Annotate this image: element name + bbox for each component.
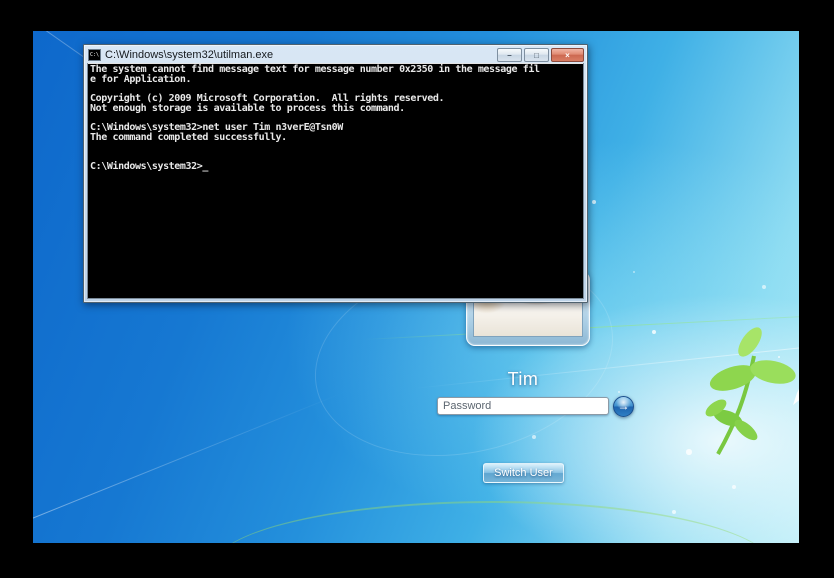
leaf-branch-art <box>688 326 799 471</box>
username-label: Tim <box>423 369 623 390</box>
cmd-icon: C:\ <box>88 49 101 61</box>
window-title: C:\Windows\system32\utilman.exe <box>105 49 497 61</box>
letterbox-frame: { "window": { "title": "C:\\Windows\\sys… <box>0 0 834 578</box>
light-streak <box>33 394 340 530</box>
terminal-line: The command completed successfully. <box>90 133 581 143</box>
desktop: C:\ C:\Windows\system32\utilman.exe – □ … <box>33 31 799 543</box>
sparkle-dots <box>33 31 35 33</box>
window-titlebar[interactable]: C:\ C:\Windows\system32\utilman.exe – □ … <box>84 45 587 63</box>
terminal-output-area[interactable]: The system cannot find message text for … <box>87 63 584 299</box>
command-prompt-window[interactable]: C:\ C:\Windows\system32\utilman.exe – □ … <box>83 44 588 303</box>
close-button[interactable]: × <box>551 48 584 62</box>
terminal-line: Not enough storage is available to proce… <box>90 104 581 114</box>
hummingbird-art <box>785 365 799 416</box>
minimize-button[interactable]: – <box>497 48 522 62</box>
terminal-line: e for Application. <box>90 75 581 85</box>
password-input[interactable] <box>437 397 609 415</box>
right-arrow-icon: → <box>618 399 630 413</box>
wallpaper-arc <box>213 501 773 543</box>
submit-arrow-button[interactable]: → <box>613 396 634 417</box>
switch-user-button[interactable]: Switch User <box>483 463 564 483</box>
terminal-line <box>90 143 581 153</box>
terminal-prompt-cursor: C:\Windows\system32>_ <box>90 162 581 172</box>
maximize-button[interactable]: □ <box>524 48 549 62</box>
